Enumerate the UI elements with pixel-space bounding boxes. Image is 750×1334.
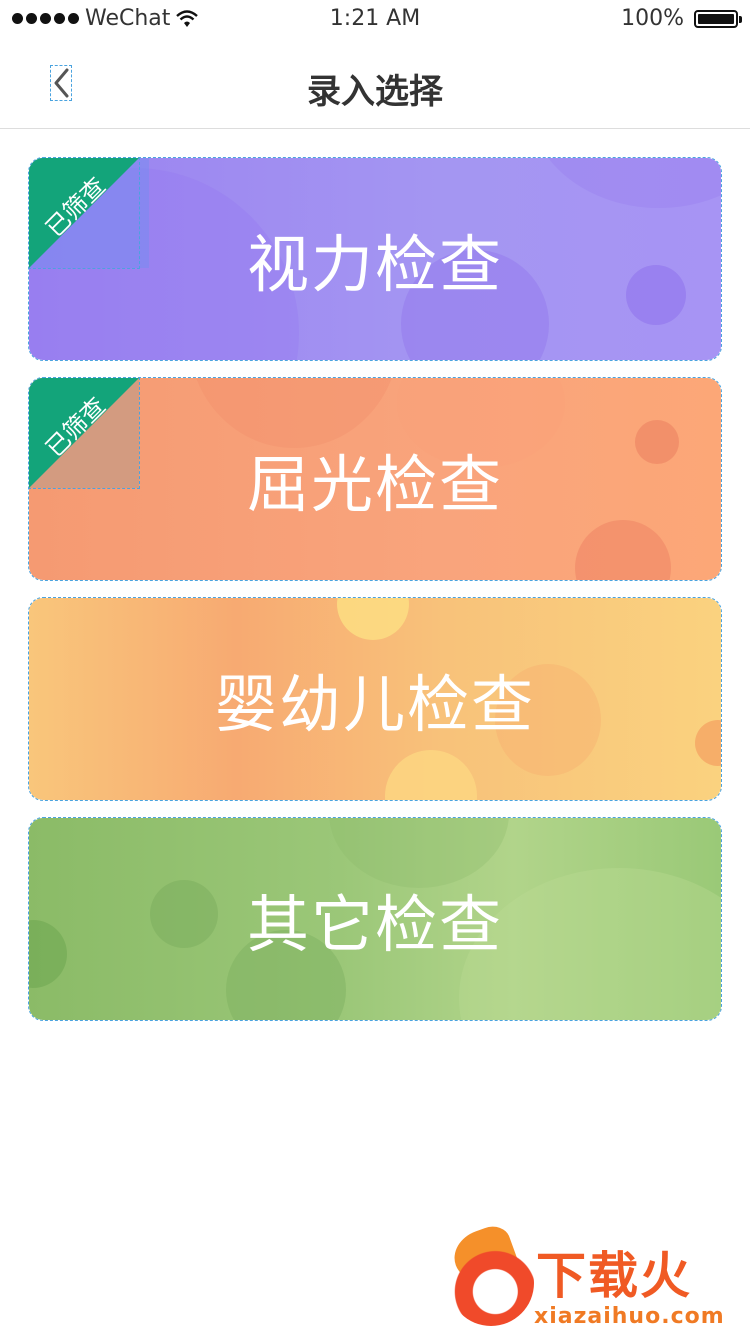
status-bar: WeChat 1:21 AM 100%: [0, 0, 750, 40]
signal-dots-icon: [12, 13, 79, 24]
infant-check-card[interactable]: 婴幼儿检查: [28, 597, 722, 801]
card-label: 婴幼儿检查: [214, 668, 535, 741]
flame-logo-icon: [448, 1240, 534, 1326]
screened-badge: 已筛查: [29, 158, 140, 269]
battery-percent: 100%: [621, 6, 684, 31]
wifi-icon: [176, 9, 199, 27]
page-title: 录入选择: [307, 72, 443, 112]
watermark-logo: 下载火 xiazaihuo.com: [444, 1232, 750, 1334]
watermark-brand: 下载火: [536, 1247, 692, 1305]
status-right: 100%: [621, 6, 742, 31]
battery-fill: [698, 13, 734, 24]
battery-icon: [694, 9, 742, 28]
carrier-name: WeChat: [85, 6, 171, 31]
watermark-domain: xiazaihuo.com: [534, 1304, 725, 1329]
vision-check-card[interactable]: 已筛查 视力检查: [28, 157, 722, 361]
other-check-card[interactable]: 其它检查: [28, 817, 722, 1021]
screened-badge: 已筛查: [29, 378, 140, 489]
nav-bar: 录入选择: [0, 40, 750, 129]
refraction-check-card[interactable]: 已筛查 屈光检查: [28, 377, 722, 581]
status-left: WeChat: [12, 6, 199, 31]
card-label: 其它检查: [246, 888, 503, 961]
